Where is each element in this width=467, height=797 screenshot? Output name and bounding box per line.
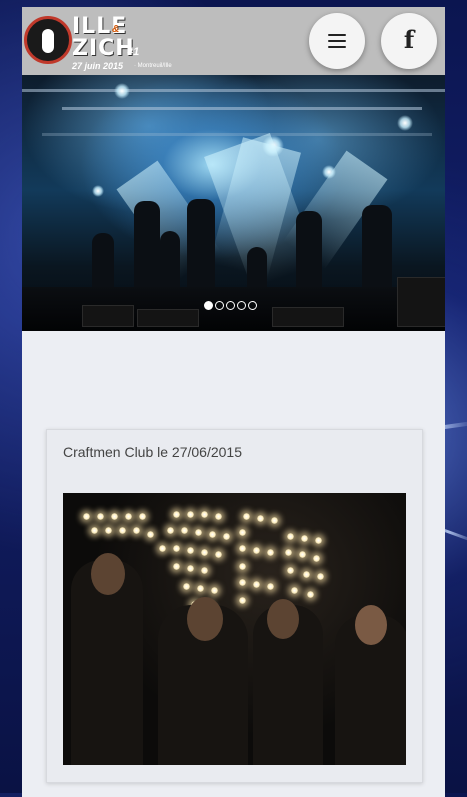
slider-pagination xyxy=(204,301,257,310)
site-logo[interactable]: ILLE & ZICH #1 27 juin 2015 · Montreuil/… xyxy=(24,10,184,74)
light-bulb xyxy=(159,545,166,552)
light-bulb xyxy=(243,513,250,520)
musician xyxy=(160,231,180,291)
light-bulb xyxy=(209,531,216,538)
logo-word-zich: ZICH xyxy=(72,36,135,61)
menu-button[interactable] xyxy=(309,13,365,69)
light-bulb xyxy=(173,545,180,552)
musician xyxy=(296,211,322,291)
light-bulb xyxy=(239,597,246,604)
light-bulb xyxy=(195,529,202,536)
light-bulb xyxy=(119,527,126,534)
logo-date: 27 juin 2015 xyxy=(72,61,124,71)
logo-ampersand: & xyxy=(112,24,120,35)
stage-spotlight xyxy=(92,185,104,197)
light-bulb xyxy=(267,549,274,556)
band-member-head xyxy=(187,597,223,641)
light-bulb xyxy=(173,511,180,518)
band-member-head xyxy=(91,553,125,595)
band-photo[interactable] xyxy=(63,493,406,765)
logo-edition-number: #1 xyxy=(127,46,140,58)
slider-dot[interactable] xyxy=(237,301,246,310)
card-title[interactable]: Craftmen Club le 27/06/2015 xyxy=(63,444,242,460)
light-bulb xyxy=(125,513,132,520)
light-bulb xyxy=(83,513,90,520)
light-bulb xyxy=(271,517,278,524)
light-bulb xyxy=(303,571,310,578)
stage-truss xyxy=(22,89,445,92)
stage-amplifier xyxy=(397,277,445,327)
light-bulb xyxy=(239,563,246,570)
band-member-head xyxy=(355,605,387,645)
light-bulb xyxy=(105,527,112,534)
stage-amplifier xyxy=(82,305,134,327)
news-card: Craftmen Club le 27/06/2015 xyxy=(46,429,423,783)
slider-dot[interactable] xyxy=(248,301,257,310)
logo-place: · Montreuil/Ille xyxy=(134,63,172,69)
light-bulb xyxy=(211,587,218,594)
light-bulb xyxy=(307,591,314,598)
light-bulb xyxy=(181,527,188,534)
light-bulb xyxy=(287,567,294,574)
light-bulb xyxy=(91,527,98,534)
light-bulb xyxy=(285,549,292,556)
slider-dot[interactable] xyxy=(215,301,224,310)
light-bulb xyxy=(317,573,324,580)
slider-dot[interactable] xyxy=(226,301,235,310)
slider-dot[interactable] xyxy=(204,301,213,310)
light-bulb xyxy=(287,533,294,540)
light-bulb xyxy=(223,533,230,540)
hamburger-menu-icon xyxy=(328,34,346,48)
light-bulb xyxy=(167,527,174,534)
header-bar: ILLE & ZICH #1 27 juin 2015 · Montreuil/… xyxy=(22,7,445,75)
light-bulb xyxy=(215,513,222,520)
stage-amplifier xyxy=(137,309,199,327)
light-bulb xyxy=(187,511,194,518)
page-container: ILLE & ZICH #1 27 juin 2015 · Montreuil/… xyxy=(22,7,445,797)
musician xyxy=(187,199,215,291)
musician xyxy=(92,233,114,291)
light-bulb xyxy=(187,547,194,554)
stage-truss xyxy=(42,133,432,136)
stage-amplifier xyxy=(272,307,344,327)
light-bulb xyxy=(147,531,154,538)
light-bulb xyxy=(173,563,180,570)
light-bulb xyxy=(239,529,246,536)
light-bulb xyxy=(133,527,140,534)
band-member-head xyxy=(267,599,299,639)
light-bulb xyxy=(183,583,190,590)
guitar-logo-icon xyxy=(24,16,72,64)
light-bulb xyxy=(257,515,264,522)
musician xyxy=(362,205,392,291)
light-bulb xyxy=(239,579,246,586)
light-bulb xyxy=(215,551,222,558)
light-bulb xyxy=(111,513,118,520)
stage-truss xyxy=(62,107,422,110)
stage-spotlight xyxy=(397,115,413,131)
facebook-icon: f xyxy=(403,25,415,54)
light-bulb xyxy=(313,555,320,562)
stage-spotlight xyxy=(114,83,130,99)
light-bulb xyxy=(299,551,306,558)
musician xyxy=(247,247,267,291)
light-bulb xyxy=(139,513,146,520)
light-bulb xyxy=(291,587,298,594)
light-bulb xyxy=(187,565,194,572)
light-bulb xyxy=(253,581,260,588)
light-bulb xyxy=(253,547,260,554)
light-bulb xyxy=(267,583,274,590)
light-bulb xyxy=(197,585,204,592)
light-bulb xyxy=(301,535,308,542)
light-bulb xyxy=(201,511,208,518)
light-bulb xyxy=(239,545,246,552)
light-bulb xyxy=(315,537,322,544)
facebook-button[interactable]: f xyxy=(381,13,437,69)
light-bulb xyxy=(201,567,208,574)
hero-slider[interactable] xyxy=(22,75,445,331)
musician xyxy=(134,201,160,291)
light-bulb xyxy=(201,549,208,556)
light-bulb xyxy=(97,513,104,520)
